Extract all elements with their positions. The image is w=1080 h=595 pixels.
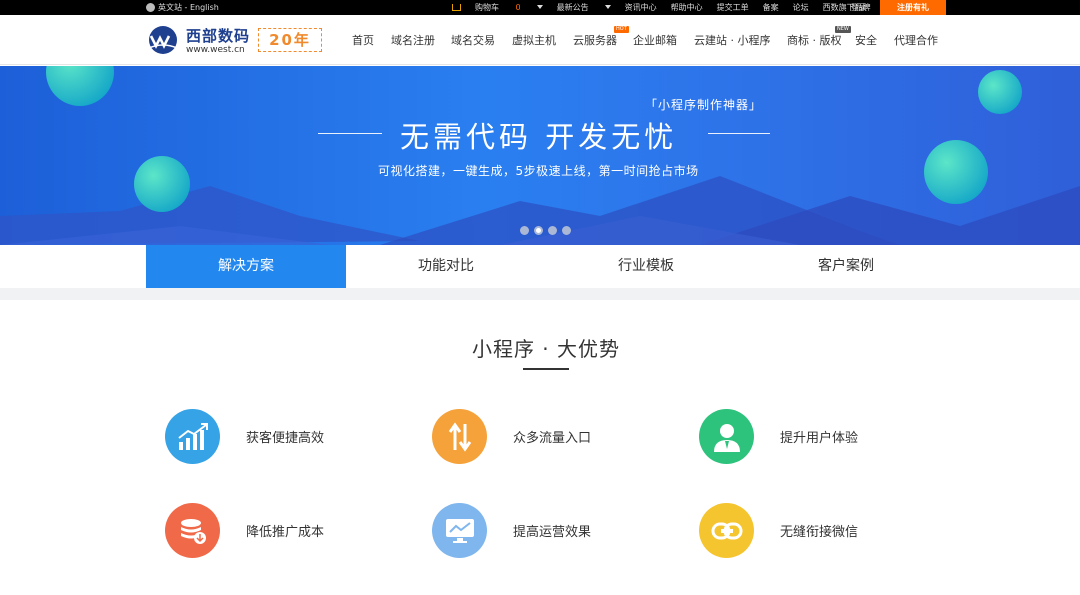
- anniversary-badge: 20年: [258, 28, 322, 52]
- news-link[interactable]: 资讯中心: [625, 2, 657, 13]
- top-links: 购物车 0 最新公告 资讯中心 帮助中心 提交工单 备案 论坛 西数旗下品牌: [452, 2, 907, 13]
- nav-home[interactable]: 首页: [352, 32, 374, 48]
- feature-item: 获客便捷高效: [165, 409, 324, 464]
- record-link[interactable]: 备案: [763, 2, 779, 13]
- tab-solutions[interactable]: 解决方案: [146, 245, 346, 296]
- feature-item: 提升用户体验: [699, 409, 858, 464]
- feature-label: 提高运营效果: [513, 525, 592, 540]
- feature-item: 众多流量入口: [432, 409, 591, 464]
- cart-count: 0: [515, 3, 521, 12]
- nav-domain-register[interactable]: 域名注册: [391, 32, 435, 48]
- language-label: 英文站 - English: [158, 3, 219, 12]
- tab-feature-compare[interactable]: 功能对比: [346, 245, 546, 288]
- caret-down-icon: [536, 5, 543, 9]
- register-label: 注册有礼: [897, 3, 929, 12]
- feature-item: 无缝衔接微信: [699, 503, 858, 558]
- feature-item: 提高运营效果: [432, 503, 591, 558]
- nav-domain-trade[interactable]: 域名交易: [451, 32, 495, 48]
- globe-icon: [146, 3, 155, 12]
- nav-site-builder[interactable]: 云建站 · 小程序: [694, 32, 771, 48]
- decor-ball: [134, 156, 190, 212]
- hot-tag: HOT: [614, 26, 629, 33]
- banner-rule-right: [708, 133, 770, 134]
- link-icon: [699, 503, 754, 558]
- growth-chart-icon: [165, 409, 220, 464]
- brand-name: 西部数码: [186, 27, 251, 45]
- tab-customer-cases[interactable]: 客户案例: [746, 245, 946, 288]
- banner-subtitle: 「小程序制作神器」: [645, 98, 763, 112]
- section-title: 小程序 · 大优势: [471, 337, 621, 361]
- coin-stack-icon: [165, 503, 220, 558]
- banner-rule-left: [318, 133, 382, 134]
- feature-item: 降低推广成本: [165, 503, 324, 558]
- new-tag: NEW: [835, 26, 851, 33]
- decor-ball: [978, 70, 1022, 114]
- banner-description: 可视化搭建，一键生成，5步极速上线，第一时间抢占市场: [378, 164, 699, 178]
- nav-enterprise-mail[interactable]: 企业邮箱: [633, 32, 677, 48]
- tab-industry-templates[interactable]: 行业模板: [546, 245, 746, 288]
- register-button[interactable]: 注册有礼: [880, 0, 946, 15]
- site-header: 西部数码 www.west.cn 20年 首页 域名注册 域名交易 虚拟主机 云…: [0, 15, 1080, 65]
- nav-agent[interactable]: 代理合作: [894, 32, 938, 48]
- carousel-dot[interactable]: [520, 226, 529, 235]
- top-bar: 英文站 - English 购物车 0 最新公告 资讯中心 帮助中心 提交工单 …: [0, 0, 1080, 15]
- section-tabs: 解决方案 功能对比 行业模板 客户案例: [0, 245, 1080, 296]
- banner-title: 无需代码 开发无忧: [400, 120, 678, 154]
- west-logo-icon[interactable]: [146, 25, 180, 55]
- notice-link[interactable]: 最新公告: [557, 2, 611, 13]
- decor-ball: [46, 66, 114, 106]
- carousel-dot[interactable]: [548, 226, 557, 235]
- title-underline: [523, 368, 569, 370]
- divider-strip: [0, 288, 1080, 300]
- decor-ball: [924, 140, 988, 204]
- monitor-chart-icon: [432, 503, 487, 558]
- cart-link[interactable]: 购物车 0: [452, 2, 543, 13]
- traffic-arrows-icon: [432, 409, 487, 464]
- carousel-dots: [520, 226, 571, 235]
- forum-link[interactable]: 论坛: [793, 2, 809, 13]
- language-switch[interactable]: 英文站 - English: [146, 2, 219, 13]
- caret-down-icon: [604, 5, 611, 9]
- user-icon: [699, 409, 754, 464]
- nav-virtual-host[interactable]: 虚拟主机: [512, 32, 556, 48]
- nav-trademark[interactable]: 商标 · 版权: [787, 32, 842, 48]
- feature-label: 众多流量入口: [513, 431, 592, 446]
- hero-banner[interactable]: 「小程序制作神器」 无需代码 开发无忧 可视化搭建，一键生成，5步极速上线，第一…: [0, 66, 1080, 245]
- brand-url: www.west.cn: [186, 45, 245, 55]
- nav-cloud-server[interactable]: 云服务器: [573, 32, 617, 48]
- feature-label: 提升用户体验: [780, 431, 859, 446]
- help-link[interactable]: 帮助中心: [671, 2, 703, 13]
- nav-security[interactable]: 安全: [855, 32, 877, 48]
- carousel-dot-active[interactable]: [534, 226, 543, 235]
- feature-label: 无缝衔接微信: [780, 525, 859, 540]
- feature-label: 获客便捷高效: [246, 431, 325, 446]
- ticket-link[interactable]: 提交工单: [717, 2, 749, 13]
- carousel-dot[interactable]: [562, 226, 571, 235]
- feature-label: 降低推广成本: [246, 525, 325, 540]
- cart-icon: [452, 4, 461, 11]
- login-link[interactable]: 登录: [851, 2, 867, 13]
